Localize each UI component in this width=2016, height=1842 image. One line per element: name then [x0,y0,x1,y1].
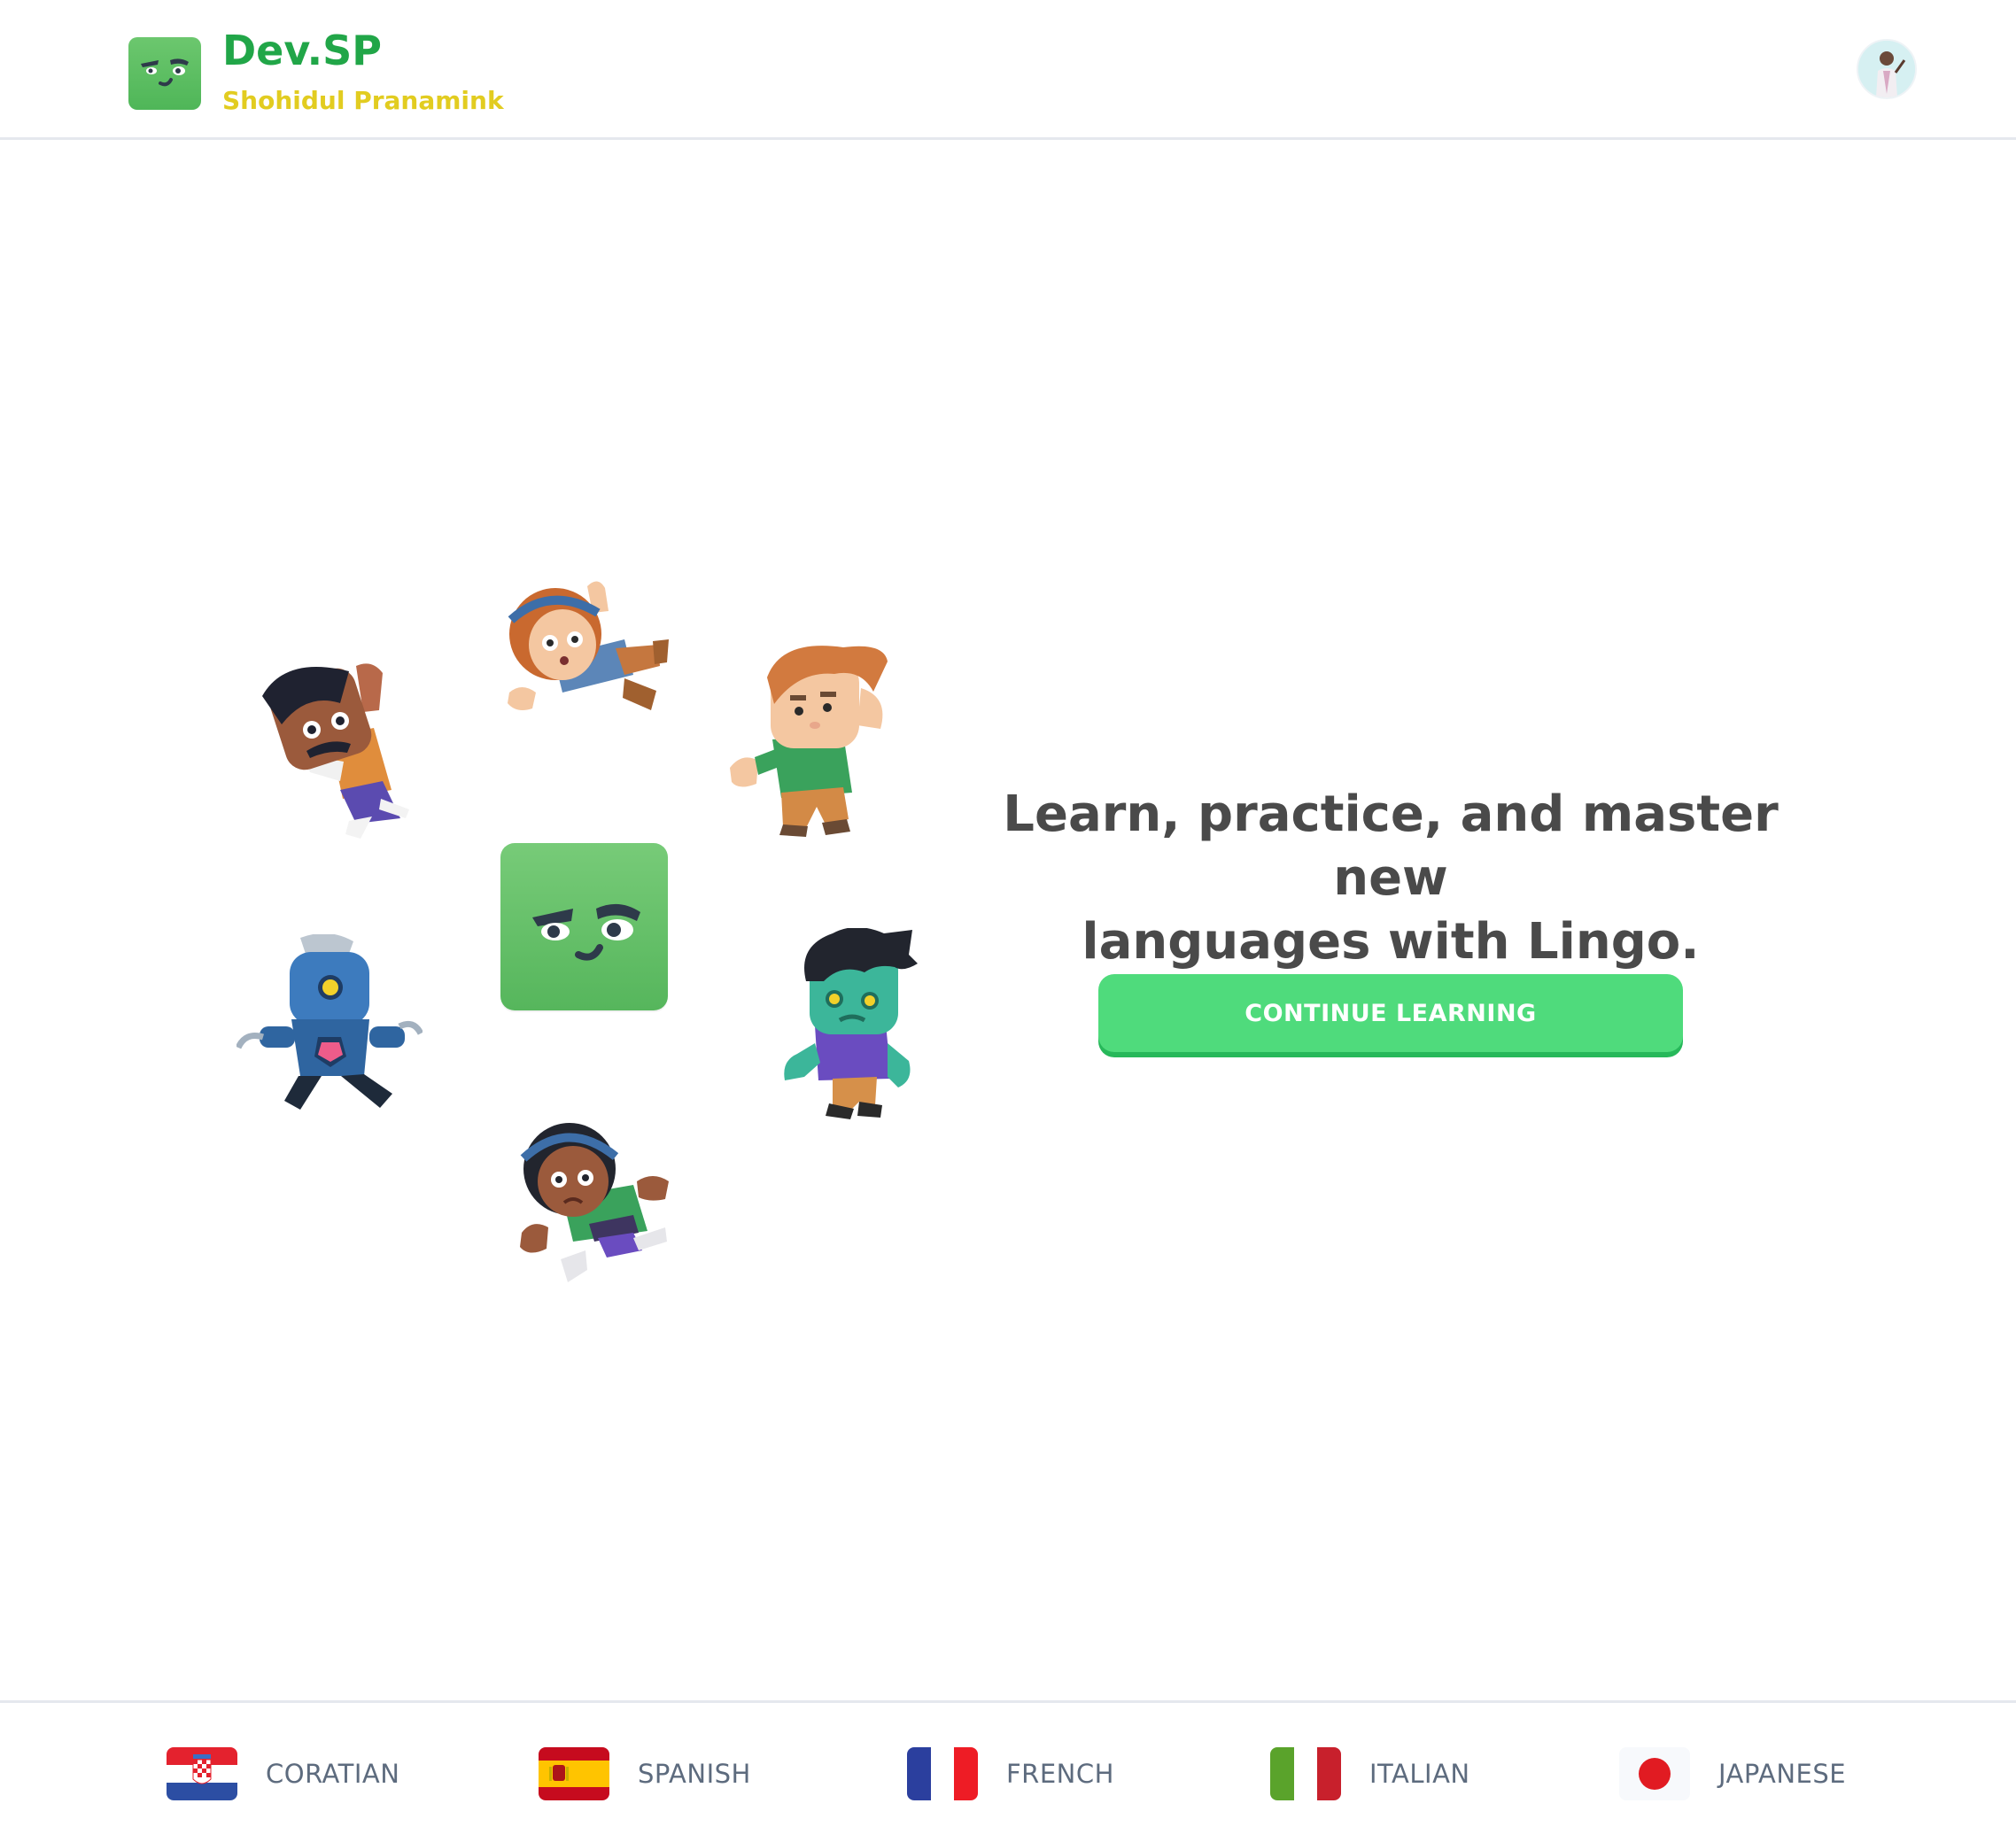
language-label: ITALIAN [1369,1759,1470,1789]
croatia-flag-icon [167,1747,237,1800]
language-label: JAPANESE [1718,1759,1847,1789]
language-footer: CORATIAN SPANISH FRENCH ITALIAN JAPANESE [0,1700,2016,1842]
language-label: SPANISH [638,1759,751,1789]
girl-green-shirt-character [509,1118,678,1289]
mascot-square-icon [500,843,668,1010]
language-item-spanish[interactable]: SPANISH [539,1747,751,1800]
hero-headline-line1: Learn, practice, and master new [1003,786,1779,907]
brand[interactable]: Dev.SP Shohidul Pranamink [128,25,504,119]
language-item-italian[interactable]: ITALIAN [1270,1747,1470,1800]
language-label: FRENCH [1006,1759,1114,1789]
girl-headband-character [500,577,678,723]
continue-learning-button[interactable]: CONTINUE LEARNING [1098,974,1683,1052]
hero-headline-line2: languages with Lingo. [1082,913,1700,971]
spain-flag-icon [539,1747,609,1800]
zombie-character [779,927,921,1126]
robot-character [235,933,424,1115]
brand-title: Dev.SP [222,27,382,74]
boy-green-shirt-character [728,642,905,840]
man-mustache-character [259,657,427,851]
user-avatar[interactable] [1857,39,1917,99]
hero-headline: Learn, practice, and master new language… [957,783,1825,974]
language-label: CORATIAN [266,1759,400,1789]
japan-flag-icon [1619,1747,1690,1800]
italy-flag-icon [1270,1747,1341,1800]
language-item-croatian[interactable]: CORATIAN [167,1747,399,1800]
language-item-japanese[interactable]: JAPANESE [1619,1747,1846,1800]
top-header: Dev.SP Shohidul Pranamink [0,0,2016,140]
france-flag-icon [907,1747,978,1800]
language-item-french[interactable]: FRENCH [907,1747,1114,1800]
brand-subtitle: Shohidul Pranamink [222,86,504,115]
mascot-square-icon [128,37,201,110]
